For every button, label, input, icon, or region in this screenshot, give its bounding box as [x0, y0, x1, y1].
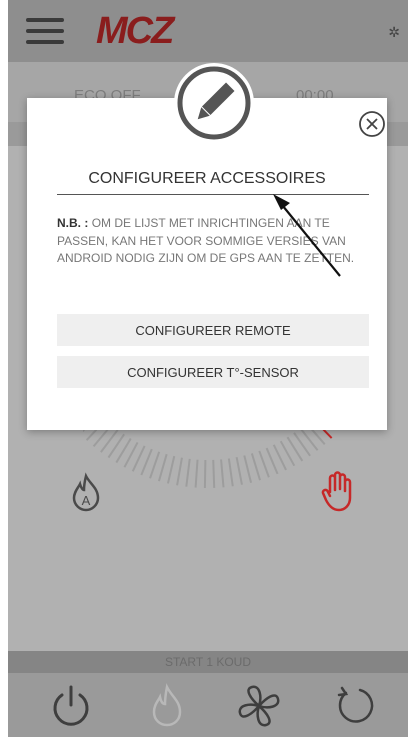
brand-logo: MCZ [96, 10, 174, 52]
gps-note: N.B. : OM DE LIJST MET INRICHTINGEN AAN … [57, 215, 362, 268]
dial-tick [149, 451, 161, 479]
configure-accessories-dialog: CONFIGUREER ACCESSOIRES N.B. : OM DE LIJ… [27, 98, 387, 430]
note-label: N.B. : [57, 216, 89, 230]
refresh-icon[interactable] [334, 683, 380, 729]
dial-tick [166, 455, 176, 484]
dial-tick [258, 450, 270, 478]
settings-icon[interactable]: ✲ [388, 24, 400, 41]
dial-tick [243, 455, 253, 483]
dial-tick [235, 457, 243, 485]
configure-remote-button[interactable]: CONFIGUREER REMOTE [57, 314, 369, 346]
hand-icon[interactable] [318, 470, 358, 512]
dial-tick [265, 447, 279, 475]
pencil-icon [174, 63, 254, 143]
close-circle-icon[interactable] [358, 110, 386, 138]
dial-tick [212, 459, 216, 488]
power-icon[interactable] [48, 683, 94, 729]
dial-tick [227, 458, 234, 487]
title-divider [57, 194, 369, 195]
bottom-nav [8, 673, 408, 737]
dial-tick [185, 458, 191, 487]
svg-text:A: A [82, 493, 91, 508]
status-bar: START 1 KOUD [8, 651, 408, 673]
configure-sensor-button[interactable]: CONFIGUREER T°-SENSOR [57, 356, 369, 388]
note-text: OM DE LIJST MET INRICHTINGEN AAN TE PASS… [57, 216, 355, 265]
dial-tick [194, 459, 199, 488]
dial-tick [140, 448, 153, 476]
fan-icon[interactable] [236, 683, 282, 729]
dial-tick [250, 453, 261, 481]
dialog-title: CONFIGUREER ACCESSOIRES [88, 170, 326, 187]
auto-flame-icon[interactable]: A [66, 472, 106, 512]
hamburger-menu-icon[interactable] [26, 18, 64, 44]
top-bar: MCZ ✲ [8, 0, 408, 62]
dial-tick [157, 453, 168, 482]
flame-icon[interactable] [144, 683, 190, 729]
dial-tick [176, 457, 183, 486]
dial-tick [220, 459, 225, 488]
